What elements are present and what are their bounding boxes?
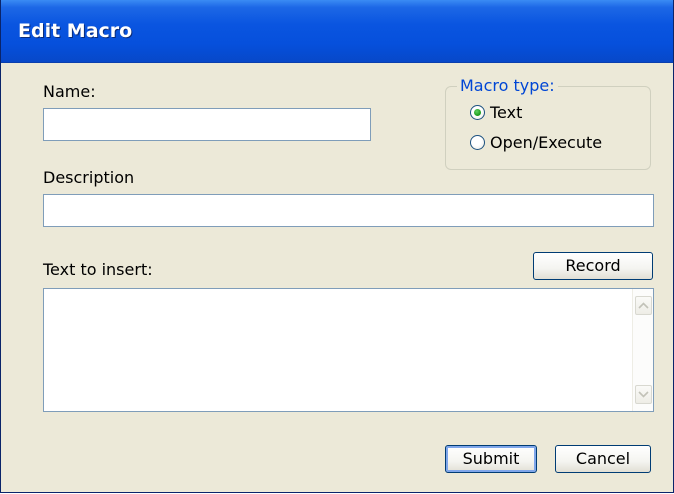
cancel-button[interactable]: Cancel xyxy=(555,445,651,473)
radio-text-option[interactable]: Text xyxy=(470,103,522,122)
scroll-down-button[interactable] xyxy=(635,385,652,404)
submit-button[interactable]: Submit xyxy=(445,445,537,473)
title-bar[interactable]: Edit Macro xyxy=(1,0,673,63)
description-label: Description xyxy=(43,168,135,187)
text-to-insert-input[interactable] xyxy=(44,289,632,411)
scroll-up-arrow-icon xyxy=(638,302,649,309)
text-to-insert-label: Text to insert: xyxy=(43,260,153,279)
macro-type-legend: Macro type: xyxy=(457,76,558,95)
window-title: Edit Macro xyxy=(18,20,133,42)
text-to-insert-area xyxy=(43,288,654,412)
radio-open-execute-option[interactable]: Open/Execute xyxy=(470,133,602,152)
name-label: Name: xyxy=(43,82,96,101)
radio-selected-icon[interactable] xyxy=(470,105,485,120)
edit-macro-dialog: Edit Macro Name: Macro type: Text Open/E… xyxy=(0,0,674,493)
radio-open-execute-label: Open/Execute xyxy=(490,133,603,152)
name-input[interactable] xyxy=(43,108,371,141)
vertical-scrollbar[interactable] xyxy=(632,289,653,411)
macro-type-group xyxy=(445,86,651,170)
radio-text-label: Text xyxy=(490,103,523,122)
radio-dot xyxy=(474,109,481,116)
record-button[interactable]: Record xyxy=(533,252,653,280)
scroll-down-arrow-icon xyxy=(638,391,649,398)
scroll-up-button[interactable] xyxy=(635,296,652,315)
radio-unselected-icon[interactable] xyxy=(470,135,485,150)
description-input[interactable] xyxy=(43,194,654,227)
